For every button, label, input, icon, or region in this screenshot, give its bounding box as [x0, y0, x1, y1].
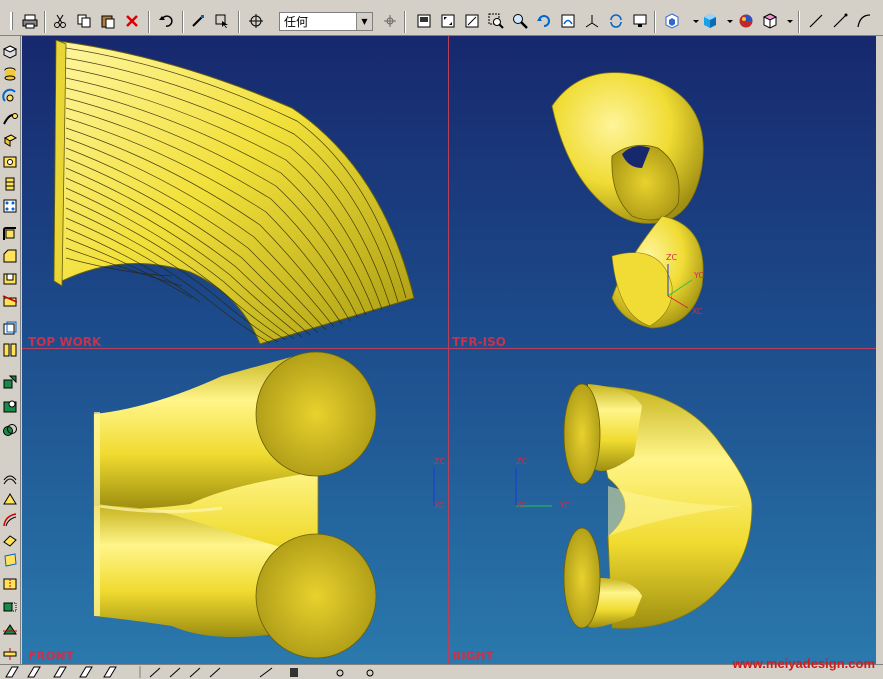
- copy-icon[interactable]: [74, 11, 94, 31]
- toolbar-separator: [404, 11, 406, 33]
- display-icon[interactable]: [630, 11, 650, 31]
- toolbar-separator: [148, 11, 150, 33]
- tfr-iso-view[interactable]: ZC YC XC TFR-ISO: [452, 72, 704, 349]
- pan-icon[interactable]: [558, 11, 578, 31]
- axis-label-yc: YC: [693, 271, 704, 280]
- hole-feature-icon[interactable]: [2, 154, 18, 170]
- axis-triad-front: ZC XC: [433, 457, 445, 510]
- viewport-label-tfr-iso: TFR-ISO: [452, 335, 506, 349]
- boss-feature-icon[interactable]: [2, 176, 18, 192]
- shaded-cube-icon[interactable]: [700, 11, 720, 31]
- bottom-toolbar-icons[interactable]: [0, 665, 400, 679]
- chamfer-icon[interactable]: [2, 248, 18, 264]
- rotate-icon[interactable]: [534, 11, 554, 31]
- edit-object-icon[interactable]: [188, 11, 208, 31]
- thicken-sheet-icon[interactable]: [2, 646, 18, 662]
- dropdown-arrow-icon[interactable]: [780, 11, 800, 31]
- zoom-area-icon[interactable]: [486, 11, 506, 31]
- fit-view-icon[interactable]: [438, 11, 458, 31]
- cut-icon[interactable]: [50, 11, 70, 31]
- undo-icon[interactable]: [156, 11, 176, 31]
- trim-sheet-icon[interactable]: [2, 622, 18, 638]
- arc-tool-icon[interactable]: [854, 11, 874, 31]
- revolve-feature-icon[interactable]: [2, 88, 18, 104]
- wireframe-cube-icon[interactable]: [760, 11, 780, 31]
- line-tool-icon[interactable]: [806, 11, 826, 31]
- extrude-feature-icon[interactable]: [2, 132, 18, 148]
- snap-point-icon[interactable]: [246, 11, 266, 31]
- surface-through-curves-icon[interactable]: [2, 472, 18, 488]
- axis-label-xc: XC: [692, 307, 703, 316]
- offset-face-icon[interactable]: [2, 320, 18, 336]
- select-object-icon[interactable]: [212, 11, 232, 31]
- axis-label-zc: ZC: [434, 457, 445, 466]
- print-icon[interactable]: [20, 11, 40, 31]
- spline-tool-icon[interactable]: [830, 11, 850, 31]
- orient-view-icon[interactable]: [582, 11, 602, 31]
- toolbar-separator: [654, 11, 656, 33]
- trim-body-icon[interactable]: [2, 292, 18, 308]
- extend-surface-icon[interactable]: [2, 598, 18, 614]
- axis-label-xc: XC: [516, 501, 527, 510]
- axis-label-zc: ZC: [666, 253, 677, 262]
- zoom-icon[interactable]: [510, 11, 530, 31]
- intersect-icon[interactable]: [2, 422, 18, 438]
- split-body-icon[interactable]: [2, 342, 18, 358]
- render-style-icon[interactable]: [662, 11, 682, 31]
- toolbar-separator: [798, 11, 800, 33]
- cylinder-feature-icon[interactable]: [2, 66, 18, 82]
- grip-handle[interactable]: [2, 11, 22, 31]
- viewport-divider-vertical: [448, 36, 449, 664]
- viewport-divider-horizontal: [22, 348, 876, 349]
- refresh-view-icon[interactable]: [606, 11, 626, 31]
- swept-surface-icon[interactable]: [2, 512, 18, 528]
- delete-icon[interactable]: [122, 11, 142, 31]
- watermark-text: www.meiyadesign.com: [732, 656, 875, 671]
- toolbar-separator: [44, 11, 46, 33]
- ruled-surface-icon[interactable]: [2, 492, 18, 508]
- axis-triad-right: ZC YC XC: [515, 457, 570, 510]
- chevron-down-icon[interactable]: ▼: [356, 13, 372, 30]
- axis-label-yc: YC: [559, 501, 570, 510]
- shell-feature-icon[interactable]: [2, 270, 18, 286]
- save-view-icon[interactable]: [414, 11, 434, 31]
- filter-options-icon[interactable]: [380, 11, 400, 31]
- unite-icon[interactable]: [2, 374, 18, 390]
- front-view[interactable]: ZC XC FRONT: [28, 351, 445, 663]
- axis-label-xc: XC: [434, 501, 445, 510]
- sew-surface-icon[interactable]: [2, 576, 18, 592]
- paste-icon[interactable]: [98, 11, 118, 31]
- toolbar-separator: [238, 11, 240, 33]
- left-toolbar: [0, 36, 21, 666]
- zoom-window-icon[interactable]: [462, 11, 482, 31]
- toolbar-separator: [182, 11, 184, 33]
- viewport-label-front: FRONT: [28, 649, 75, 663]
- bounded-plane-icon[interactable]: [2, 532, 18, 548]
- main-toolbar: [0, 8, 883, 36]
- viewport-label-right: RIGHT: [452, 649, 495, 663]
- top-work-view[interactable]: TOP WORK: [28, 39, 415, 349]
- pattern-feature-icon[interactable]: [2, 198, 18, 214]
- material-sphere-icon[interactable]: [736, 11, 756, 31]
- graphics-window[interactable]: TOP WORK ZC YC XC TFR-ISO ZC XC FRONT ZC…: [22, 36, 876, 664]
- edge-blend-icon[interactable]: [2, 226, 18, 242]
- sweep-feature-icon[interactable]: [2, 110, 18, 126]
- block-feature-icon[interactable]: [2, 44, 18, 60]
- right-view[interactable]: ZC YC XC RIGHT: [452, 383, 753, 663]
- model-canvas[interactable]: TOP WORK ZC YC XC TFR-ISO ZC XC FRONT ZC…: [22, 36, 876, 664]
- viewport-label-top-work: TOP WORK: [28, 335, 102, 349]
- subtract-icon[interactable]: [2, 398, 18, 414]
- n-sided-surface-icon[interactable]: [2, 552, 18, 568]
- selection-filter-select[interactable]: 任何 ▼: [279, 12, 373, 31]
- axis-label-zc: ZC: [516, 457, 527, 466]
- selection-filter-value: 任何: [284, 15, 309, 29]
